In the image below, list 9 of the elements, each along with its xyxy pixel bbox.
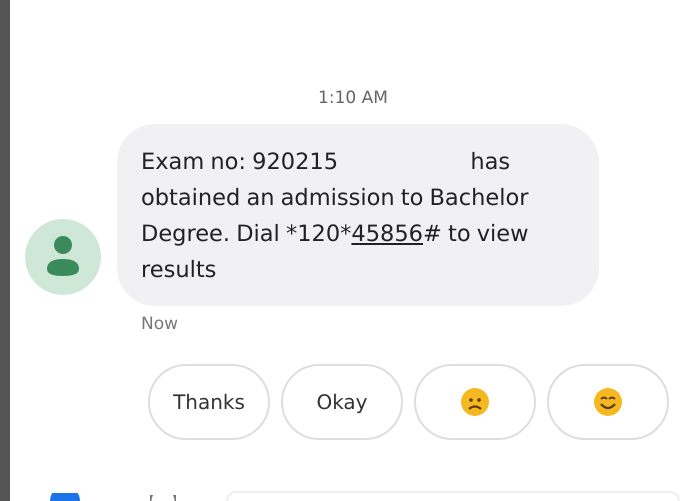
message-timestamp: 1:10 AM [318,88,388,108]
reply-suggestion[interactable]: Okay [281,364,403,440]
smiling-face-icon [593,387,623,417]
phone-link[interactable]: 45856 [351,221,423,247]
frowning-face-icon [460,387,490,417]
message-bubble: Exam no: 920215 has obtained an admission to Bachelor Degree. Dial *120*45856# to view results [117,124,599,306]
contact-avatar-icon [25,219,101,295]
reply-suggestion[interactable]: Thanks [148,364,270,440]
message-status: Now [141,314,180,334]
